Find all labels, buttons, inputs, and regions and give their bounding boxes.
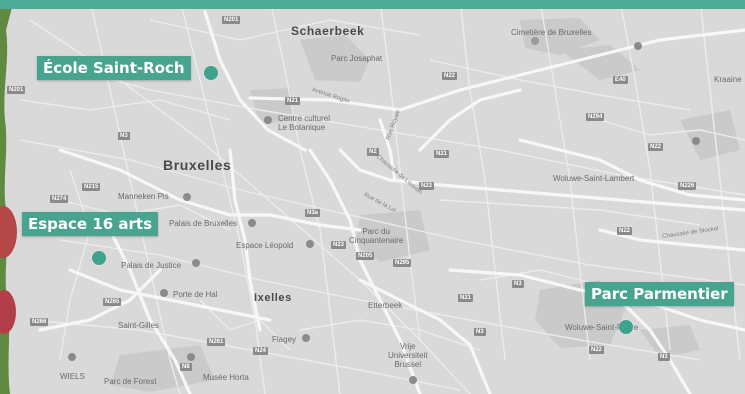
place-manneken-pis: Manneken Pis	[118, 192, 169, 201]
espace-leopold-pin-icon	[306, 240, 314, 248]
place-flagey: Flagey	[272, 335, 297, 344]
district-saint-gilles: Saint-Gilles	[118, 321, 159, 330]
location-marker-ecole-saint-roch[interactable]	[204, 66, 218, 80]
location-label-parc-parmentier[interactable]: Parc Parmentier	[585, 282, 734, 306]
place-musee-horta: Musée Horta	[203, 373, 249, 382]
road-shield-18: N21	[458, 294, 474, 302]
location-label-espace-16-arts[interactable]: Espace 16 arts	[22, 212, 159, 236]
location-marker-espace-16-arts[interactable]	[92, 251, 106, 265]
road-shield-12: N215	[82, 183, 101, 191]
place-parc-cinquantenaire-line1: Parc du	[362, 227, 390, 236]
city-ixelles: Ixelles	[254, 292, 292, 304]
place-centre-culturel: Centre culturel Le Botanique	[278, 114, 330, 132]
location-label-ecole-saint-roch[interactable]: École Saint-Roch	[37, 56, 191, 80]
place-centre-culturel-line1: Centre culturel	[278, 114, 331, 123]
road-shield-2: N22	[442, 72, 458, 80]
place-centre-culturel-line2: Le Botanique	[278, 123, 326, 132]
road-shield-27: N3	[658, 353, 670, 361]
road-shield-24: N3	[474, 328, 486, 336]
grey-pin-icon	[692, 137, 700, 145]
place-porte-de-hal: Porte de Hal	[173, 290, 218, 299]
road-shield-15: N205	[356, 252, 375, 260]
flagey-pin-icon	[302, 334, 310, 342]
road-shield-17: N22	[617, 227, 633, 235]
road-shield-5: N21	[285, 97, 301, 105]
porte-de-hal-pin-icon	[160, 289, 168, 297]
road-shield-7: N22	[648, 143, 664, 151]
place-parc-josaphat: Parc Josaphat	[331, 54, 383, 63]
road-shield-29: N3	[118, 132, 130, 140]
road-shield-13: N3a	[305, 209, 321, 217]
road-shield-10: N226	[678, 182, 697, 190]
road-shield-20: N265	[103, 298, 122, 306]
road-shield-1: N201	[222, 16, 241, 24]
place-vub-line2: Universiteit	[388, 351, 428, 360]
district-woluwe-saint-lambert: Woluwe-Saint-Lambert	[553, 174, 635, 183]
road-shield-8: N21	[434, 150, 450, 158]
location-marker-parc-parmentier[interactable]	[619, 320, 633, 334]
place-parc-cinquantenaire: Parc du Cinquantenaire	[349, 227, 403, 245]
top-accent-bar	[0, 0, 745, 9]
road-shield-11: N274	[50, 195, 69, 203]
grey-pin-icon-2	[634, 42, 642, 50]
road-shield-4: N2	[367, 148, 379, 156]
wiels-pin-icon	[68, 353, 76, 361]
road-shield-16: N295	[393, 259, 412, 267]
road-shield-25: N8	[180, 363, 192, 371]
road-shield-26: N22	[589, 346, 605, 354]
road-shield-9: N23	[419, 182, 435, 190]
vub-pin-icon	[409, 376, 417, 384]
city-bruxelles: Bruxelles	[163, 157, 232, 173]
road-shield-28: N201	[7, 86, 26, 94]
place-vub-line3: Brussel	[394, 360, 422, 369]
road-shield-3: E40	[613, 76, 628, 84]
palais-justice-pin-icon	[192, 259, 200, 267]
place-vub: Vrije Universiteit Brussel	[388, 342, 428, 369]
road-shield-21: N266	[30, 318, 49, 326]
road-shield-14: N23	[331, 241, 347, 249]
place-cimetiere: Cimetière de Bruxelles	[511, 28, 592, 37]
city-schaerbeek: Schaerbeek	[291, 24, 365, 38]
place-palais-justice: Palais de Justice	[121, 261, 182, 270]
palais-bruxelles-pin-icon	[248, 219, 256, 227]
place-vub-line1: Vrije	[399, 342, 416, 351]
location-pin-icon	[264, 116, 272, 124]
road-shield-22: N261	[207, 338, 226, 346]
road-shield-19: N3	[512, 280, 524, 288]
cemetery-icon	[531, 37, 539, 45]
road-shield-23: N24	[253, 347, 269, 355]
district-etterbeek: Etterbeek	[368, 301, 403, 310]
place-palais-bruxelles: Palais de Bruxelles	[169, 219, 238, 228]
district-kraainem: Kraaine	[714, 75, 742, 84]
manneken-pis-pin-icon	[183, 193, 191, 201]
musee-horta-pin-icon	[187, 353, 195, 361]
place-espace-leopold: Espace Léopold	[236, 241, 294, 250]
place-parc-cinquantenaire-line2: Cinquantenaire	[349, 236, 404, 245]
map-container[interactable]: Schaerbeek Bruxelles Ixelles Etterbeek S…	[0, 0, 745, 394]
road-shield-6: N294	[586, 113, 605, 121]
district-parc-de-forest: Parc de Forest	[104, 377, 157, 386]
district-wiels: WIELS	[60, 372, 85, 381]
